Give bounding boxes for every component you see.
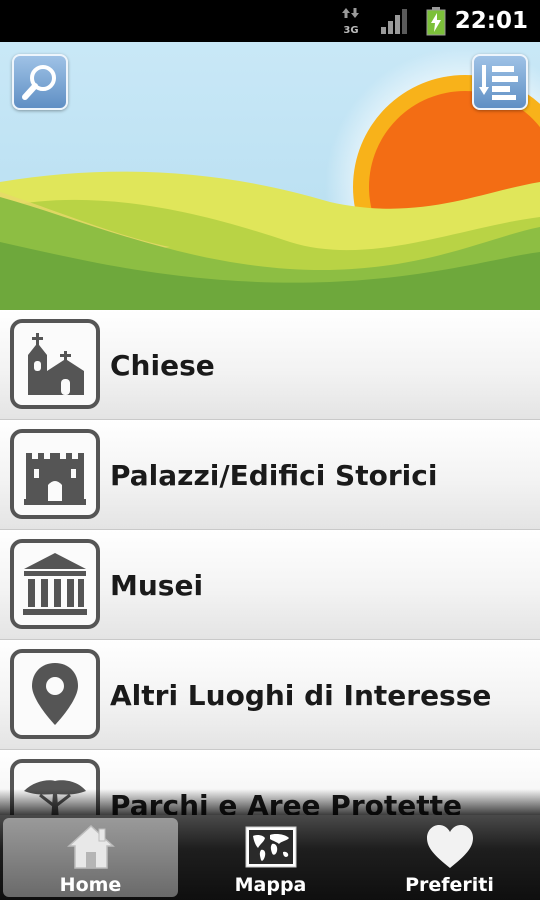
heart-icon: [425, 822, 475, 872]
tab-mappa[interactable]: Mappa: [183, 818, 358, 897]
sort-button[interactable]: [472, 54, 528, 110]
list-item-label: Palazzi/Edifici Storici: [110, 458, 438, 492]
home-icon: [66, 822, 116, 872]
tab-label: Home: [59, 874, 122, 896]
list-item-altri-luoghi[interactable]: Altri Luoghi di Interesse: [0, 640, 540, 750]
landscape-illustration: [0, 42, 540, 310]
list-item-label: Chiese: [110, 348, 215, 382]
museum-icon: [10, 539, 100, 629]
list-item-musei[interactable]: Musei: [0, 530, 540, 640]
status-bar: 3G 22:01: [0, 0, 540, 42]
clock: 22:01: [454, 8, 528, 34]
battery-charging-icon: [425, 0, 447, 42]
list-item-palazzi[interactable]: Palazzi/Edifici Storici: [0, 420, 540, 530]
list-item-label: Musei: [110, 568, 204, 602]
tab-preferiti[interactable]: Preferiti: [362, 818, 537, 897]
castle-icon: [10, 429, 100, 519]
tree-icon: [10, 759, 100, 815]
list-item-parchi[interactable]: Parchi e Aree Protette: [0, 750, 540, 815]
bottom-tab-bar: Home Mappa Preferiti: [0, 815, 540, 900]
tab-home[interactable]: Home: [3, 818, 178, 897]
tab-label: Preferiti: [405, 874, 494, 896]
world-map-icon: [245, 822, 297, 872]
category-list: Chiese Palazzi/Edifici Storici Musei Alt…: [0, 310, 540, 815]
list-item-label: Parchi e Aree Protette: [110, 788, 462, 816]
list-item-chiese[interactable]: Chiese: [0, 310, 540, 420]
data-transfer-icon: 3G: [340, 0, 362, 42]
header-banner: [0, 42, 540, 310]
search-button[interactable]: [12, 54, 68, 110]
network-type-label: 3G: [343, 25, 358, 36]
tab-label: Mappa: [234, 874, 307, 896]
sort-list-icon: [479, 65, 518, 100]
search-icon: [22, 65, 56, 100]
signal-icon: [380, 0, 410, 42]
church-icon: [10, 319, 100, 409]
map-pin-icon: [10, 649, 100, 739]
list-item-label: Altri Luoghi di Interesse: [110, 678, 492, 712]
